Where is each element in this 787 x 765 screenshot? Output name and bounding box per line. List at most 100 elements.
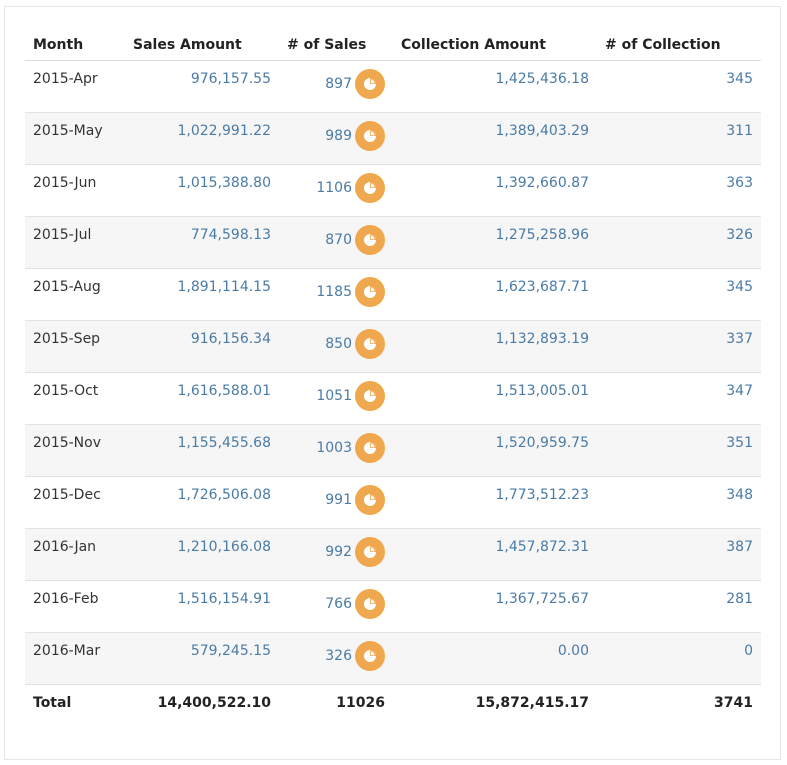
table-row: 2016-Jan 1,210,166.08 992 1,457,872.31 387: [25, 528, 761, 581]
collection-amount-link[interactable]: 1,392,660.87: [393, 164, 597, 217]
total-num-collection: 3741: [597, 684, 761, 725]
sales-amount-link[interactable]: 1,155,455.68: [125, 424, 279, 477]
table-row: 2015-Jul 774,598.13 870 1,275,258.96 326: [25, 216, 761, 269]
num-collection-link[interactable]: 363: [597, 164, 761, 217]
month-cell: 2015-Jul: [25, 216, 125, 269]
sales-amount-link[interactable]: 1,015,388.80: [125, 164, 279, 217]
num-sales-cell: 850: [279, 320, 393, 373]
sales-amount-link[interactable]: 916,156.34: [125, 320, 279, 373]
num-sales-cell: 992: [279, 528, 393, 581]
table-row: 2015-Jun 1,015,388.80 1106 1,392,660.87 363: [25, 164, 761, 217]
table-row: 2015-Oct 1,616,588.01 1051 1,513,005.01 347: [25, 372, 761, 425]
pie-chart-icon[interactable]: [355, 121, 385, 151]
num-collection-link[interactable]: 345: [597, 60, 761, 113]
num-collection-link[interactable]: 345: [597, 268, 761, 321]
pie-chart-icon[interactable]: [355, 433, 385, 463]
num-collection-link[interactable]: 0: [597, 632, 761, 685]
num-sales-cell: 1003: [279, 424, 393, 477]
header-num-collection: # of Collection: [597, 29, 761, 61]
num-sales-link[interactable]: 989: [325, 128, 352, 144]
sales-collection-table: Month Sales Amount # of Sales Collection…: [25, 29, 761, 725]
sales-amount-link[interactable]: 1,616,588.01: [125, 372, 279, 425]
month-cell: 2015-Apr: [25, 60, 125, 113]
collection-amount-link[interactable]: 1,623,687.71: [393, 268, 597, 321]
total-collection-amount: 15,872,415.17: [393, 684, 597, 725]
num-collection-link[interactable]: 347: [597, 372, 761, 425]
header-num-sales: # of Sales: [279, 29, 393, 61]
table-row: 2016-Mar 579,245.15 326 0.00 0: [25, 632, 761, 685]
pie-chart-icon[interactable]: [355, 641, 385, 671]
num-sales-link[interactable]: 326: [325, 648, 352, 664]
sales-amount-link[interactable]: 1,726,506.08: [125, 476, 279, 529]
collection-amount-link[interactable]: 1,513,005.01: [393, 372, 597, 425]
table-row: 2015-Dec 1,726,506.08 991 1,773,512.23 348: [25, 476, 761, 529]
month-cell: 2015-Jun: [25, 164, 125, 217]
pie-chart-icon[interactable]: [355, 381, 385, 411]
sales-amount-link[interactable]: 579,245.15: [125, 632, 279, 685]
num-collection-link[interactable]: 348: [597, 476, 761, 529]
num-collection-link[interactable]: 387: [597, 528, 761, 581]
pie-chart-icon[interactable]: [355, 485, 385, 515]
table-row: 2015-Sep 916,156.34 850 1,132,893.19 337: [25, 320, 761, 373]
header-sales-amount: Sales Amount: [125, 29, 279, 61]
num-collection-link[interactable]: 326: [597, 216, 761, 269]
table-row: 2015-Apr 976,157.55 897 1,425,436.18 345: [25, 60, 761, 113]
num-collection-link[interactable]: 351: [597, 424, 761, 477]
pie-chart-icon[interactable]: [355, 173, 385, 203]
sales-amount-link[interactable]: 1,210,166.08: [125, 528, 279, 581]
table-row: 2016-Feb 1,516,154.91 766 1,367,725.67 281: [25, 580, 761, 633]
table-row: 2015-May 1,022,991.22 989 1,389,403.29 311: [25, 112, 761, 165]
table-body: 2015-Apr 976,157.55 897 1,425,436.18 345 2015…: [25, 60, 761, 685]
sales-amount-link[interactable]: 1,891,114.15: [125, 268, 279, 321]
collection-amount-link[interactable]: 1,367,725.67: [393, 580, 597, 633]
num-sales-link[interactable]: 1185: [316, 284, 352, 300]
num-sales-link[interactable]: 1106: [316, 180, 352, 196]
sales-amount-link[interactable]: 1,516,154.91: [125, 580, 279, 633]
collection-amount-link[interactable]: 1,275,258.96: [393, 216, 597, 269]
sales-amount-link[interactable]: 1,022,991.22: [125, 112, 279, 165]
sales-amount-link[interactable]: 976,157.55: [125, 60, 279, 113]
num-sales-link[interactable]: 992: [325, 544, 352, 560]
pie-chart-icon[interactable]: [355, 537, 385, 567]
collection-amount-link[interactable]: 1,132,893.19: [393, 320, 597, 373]
month-cell: 2015-Aug: [25, 268, 125, 321]
total-row: Total 14,400,522.10 11026 15,872,415.17 …: [25, 684, 761, 725]
collection-amount-link[interactable]: 1,457,872.31: [393, 528, 597, 581]
num-sales-link[interactable]: 1003: [316, 440, 352, 456]
num-sales-link[interactable]: 991: [325, 492, 352, 508]
num-collection-link[interactable]: 337: [597, 320, 761, 373]
pie-chart-icon[interactable]: [355, 277, 385, 307]
num-sales-cell: 1185: [279, 268, 393, 321]
pie-chart-icon[interactable]: [355, 329, 385, 359]
num-sales-link[interactable]: 870: [325, 232, 352, 248]
num-collection-link[interactable]: 281: [597, 580, 761, 633]
num-sales-cell: 1106: [279, 164, 393, 217]
report-panel: Month Sales Amount # of Sales Collection…: [4, 6, 781, 760]
num-sales-cell: 897: [279, 60, 393, 113]
num-sales-link[interactable]: 897: [325, 76, 352, 92]
num-sales-link[interactable]: 850: [325, 336, 352, 352]
num-sales-cell: 766: [279, 580, 393, 633]
collection-amount-link[interactable]: 1,425,436.18: [393, 60, 597, 113]
collection-amount-link[interactable]: 1,773,512.23: [393, 476, 597, 529]
pie-chart-icon[interactable]: [355, 589, 385, 619]
num-sales-cell: 991: [279, 476, 393, 529]
month-cell: 2015-May: [25, 112, 125, 165]
header-month: Month: [25, 29, 125, 61]
num-sales-link[interactable]: 1051: [316, 388, 352, 404]
num-sales-cell: 1051: [279, 372, 393, 425]
table-row: 2015-Nov 1,155,455.68 1003 1,520,959.75 351: [25, 424, 761, 477]
num-sales-link[interactable]: 766: [325, 596, 352, 612]
pie-chart-icon[interactable]: [355, 69, 385, 99]
month-cell: 2015-Dec: [25, 476, 125, 529]
collection-amount-link[interactable]: 1,520,959.75: [393, 424, 597, 477]
collection-amount-link[interactable]: 0.00: [393, 632, 597, 685]
collection-amount-link[interactable]: 1,389,403.29: [393, 112, 597, 165]
month-cell: 2015-Oct: [25, 372, 125, 425]
month-cell: 2016-Jan: [25, 528, 125, 581]
pie-chart-icon[interactable]: [355, 225, 385, 255]
total-sales-amount: 14,400,522.10: [125, 684, 279, 725]
month-cell: 2016-Feb: [25, 580, 125, 633]
num-collection-link[interactable]: 311: [597, 112, 761, 165]
sales-amount-link[interactable]: 774,598.13: [125, 216, 279, 269]
